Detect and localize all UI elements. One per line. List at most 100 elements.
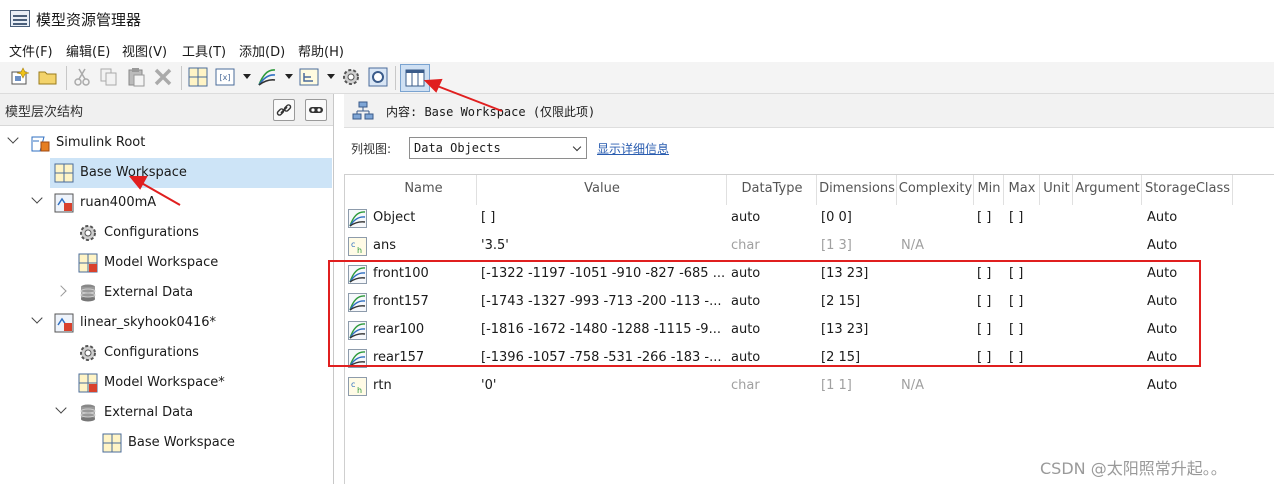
cell-complexity: N/A bbox=[901, 238, 924, 253]
model-icon bbox=[54, 193, 74, 213]
tree-item[interactable]: linear_skyhook0416* bbox=[0, 308, 333, 338]
cell-dimensions: [0 0] bbox=[821, 210, 852, 225]
settings-icon[interactable] bbox=[368, 67, 388, 87]
chevron-down-icon bbox=[572, 142, 582, 152]
toolbar-separator bbox=[181, 66, 182, 90]
tree-item-label: ruan400mA bbox=[80, 195, 157, 210]
model-explorer-icon bbox=[10, 10, 30, 27]
add-parameter-icon[interactable]: [x] bbox=[215, 67, 235, 87]
tree-item[interactable]: Configurations bbox=[0, 218, 333, 248]
column-header-unit[interactable]: Unit bbox=[1041, 175, 1073, 205]
config-icon[interactable] bbox=[341, 67, 361, 87]
tree-item[interactable]: Model Workspace bbox=[0, 248, 333, 278]
tree-item-label: Configurations bbox=[104, 345, 199, 360]
column-header-min[interactable]: Min bbox=[975, 175, 1004, 205]
paste-icon[interactable] bbox=[126, 67, 146, 87]
tree-item[interactable]: Configurations bbox=[0, 338, 333, 368]
tree-item-label: Base Workspace bbox=[128, 435, 235, 450]
highlight-box bbox=[328, 260, 1201, 367]
menu-help[interactable]: 帮助(H) bbox=[298, 41, 344, 60]
table-row[interactable]: c h ans '3.5' char [1 3] N/A Auto bbox=[345, 233, 1274, 261]
column-view-select[interactable]: Data Objects bbox=[409, 137, 587, 159]
add-datatype-dropdown[interactable] bbox=[327, 74, 335, 79]
add-signal-dropdown[interactable] bbox=[285, 74, 293, 79]
table-row[interactable]: c h rtn '0' char [1 1] N/A Auto bbox=[345, 373, 1274, 401]
grid-icon[interactable] bbox=[188, 67, 208, 87]
hierarchy-title: 模型层次结构 bbox=[5, 105, 84, 120]
table-row[interactable]: Object [ ] auto [0 0] [ ] [ ] Auto bbox=[345, 205, 1274, 233]
add-datatype-icon[interactable] bbox=[299, 67, 319, 87]
chevron-down-icon[interactable] bbox=[7, 132, 19, 144]
cell-datatype: char bbox=[731, 378, 760, 393]
char-variable-icon: ch bbox=[348, 237, 367, 260]
tree-item[interactable]: Simulink Root bbox=[0, 128, 333, 158]
cell-name[interactable]: Object bbox=[373, 210, 415, 225]
signal-object-icon bbox=[348, 209, 367, 232]
add-parameter-dropdown[interactable] bbox=[243, 74, 251, 79]
configurations-icon bbox=[78, 343, 98, 363]
column-header-datatype[interactable]: DataType bbox=[728, 175, 817, 205]
tree-item-label: Model Workspace* bbox=[104, 375, 225, 390]
cell-value: [ ] bbox=[481, 210, 496, 225]
cell-name[interactable]: ans bbox=[373, 238, 396, 253]
contents-bar: 内容: Base Workspace (仅限此项) bbox=[344, 94, 1274, 128]
cell-dimensions: [1 1] bbox=[821, 378, 852, 393]
watermark: CSDN @太阳照常升起。。 bbox=[1040, 459, 1227, 478]
svg-text:[x]: [x] bbox=[220, 73, 231, 82]
open-icon[interactable] bbox=[38, 67, 58, 87]
chevron-down-icon[interactable] bbox=[55, 402, 67, 414]
column-header-dimensions[interactable]: Dimensions bbox=[818, 175, 897, 205]
toolbar-separator bbox=[395, 66, 396, 90]
new-model-icon[interactable] bbox=[10, 67, 30, 87]
cell-value: '0' bbox=[481, 378, 497, 393]
external-data-icon bbox=[78, 283, 98, 303]
column-view-label: 列视图: bbox=[351, 142, 392, 156]
cut-icon[interactable] bbox=[72, 67, 92, 87]
column-header-complexity[interactable]: Complexity bbox=[898, 175, 974, 205]
column-header-argument[interactable]: Argument bbox=[1074, 175, 1142, 205]
model-workspace-icon bbox=[78, 373, 98, 393]
simulink-root-icon bbox=[30, 133, 50, 153]
tree-item[interactable]: Base Workspace bbox=[0, 428, 333, 458]
tree-item-label: Model Workspace bbox=[104, 255, 219, 270]
workspace-icon bbox=[54, 163, 74, 183]
show-hidden-button[interactable] bbox=[305, 99, 327, 121]
tree-item[interactable]: ruan400mA bbox=[0, 188, 333, 218]
menu-add[interactable]: 添加(D) bbox=[239, 41, 285, 60]
workspace-icon bbox=[102, 433, 122, 453]
menu-file[interactable]: 文件(F) bbox=[9, 41, 53, 60]
cell-name[interactable]: rtn bbox=[373, 378, 392, 393]
cell-storageclass: Auto bbox=[1147, 238, 1178, 253]
tree-item-label: Configurations bbox=[104, 225, 199, 240]
column-header-value[interactable]: Value bbox=[478, 175, 727, 205]
tree-item[interactable]: Base Workspace bbox=[0, 158, 333, 188]
copy-icon[interactable] bbox=[99, 67, 119, 87]
delete-icon[interactable] bbox=[153, 67, 173, 87]
menu-edit[interactable]: 编辑(E) bbox=[66, 41, 110, 60]
menu-view[interactable]: 视图(V) bbox=[122, 41, 167, 60]
external-data-icon bbox=[78, 403, 98, 423]
char-variable-icon: ch bbox=[348, 377, 367, 400]
menu-tools[interactable]: 工具(T) bbox=[182, 41, 226, 60]
toolbar: [x] bbox=[0, 62, 1274, 94]
add-signal-icon[interactable] bbox=[257, 67, 277, 87]
chevron-down-icon[interactable] bbox=[31, 192, 43, 204]
show-details-link[interactable]: 显示详细信息 bbox=[597, 140, 669, 157]
cell-datatype: auto bbox=[731, 210, 761, 225]
column-view-toggle[interactable] bbox=[400, 64, 430, 92]
chevron-right-icon[interactable] bbox=[55, 285, 67, 297]
cell-value: '3.5' bbox=[481, 238, 509, 253]
tree-item[interactable]: External Data bbox=[0, 278, 333, 308]
cell-storageclass: Auto bbox=[1147, 378, 1178, 393]
tree-item-label: linear_skyhook0416* bbox=[80, 315, 217, 330]
tree-item[interactable]: External Data bbox=[0, 398, 333, 428]
tree-item[interactable]: Model Workspace* bbox=[0, 368, 333, 398]
chevron-down-icon[interactable] bbox=[31, 312, 43, 324]
cell-dimensions: [1 3] bbox=[821, 238, 852, 253]
column-header-storageclass[interactable]: StorageClass bbox=[1143, 175, 1233, 205]
link-button[interactable] bbox=[273, 99, 295, 121]
column-header-max[interactable]: Max bbox=[1005, 175, 1040, 205]
column-header-name[interactable]: Name bbox=[371, 175, 477, 205]
cell-min: [ ] bbox=[977, 210, 992, 225]
cell-storageclass: Auto bbox=[1147, 210, 1178, 225]
